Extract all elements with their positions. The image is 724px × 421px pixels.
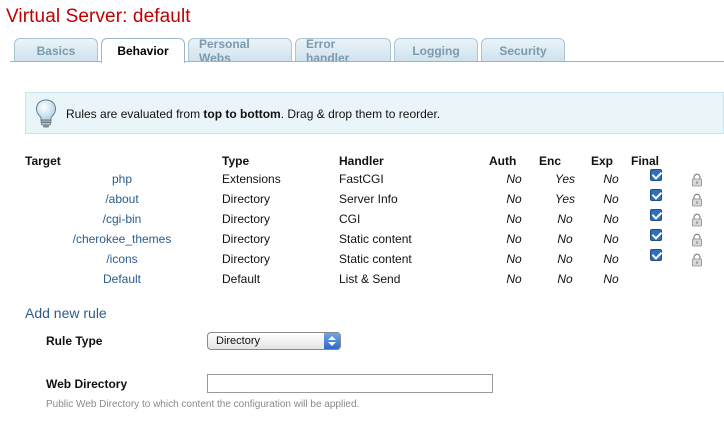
rule-exp-cell: No [603, 272, 619, 286]
rule-auth-cell: No [506, 172, 522, 186]
rule-enc-cell: Yes [554, 172, 575, 186]
rule-type-cell: Extensions [222, 172, 281, 186]
column-header-enc: Enc [539, 154, 562, 168]
column-header-target: Target [25, 154, 61, 168]
rule-type-select[interactable]: Directory [207, 332, 341, 350]
add-rule-title: Add new rule [25, 305, 107, 321]
tab-logging[interactable]: Logging [394, 38, 478, 62]
rule-row[interactable]: php Extensions FastCGI No Yes No [22, 168, 712, 189]
rule-handler-cell: Static content [339, 252, 412, 266]
column-header-auth: Auth [489, 154, 517, 168]
rule-final-cell [631, 188, 681, 209]
rule-handler-cell: CGI [339, 212, 361, 226]
rules-header-row: Target Type Handler Auth Enc Exp Final [22, 153, 712, 169]
rule-auth-cell: No [506, 232, 522, 246]
rule-exp-cell: No [603, 192, 619, 206]
rule-exp-cell: No [603, 172, 619, 186]
lock-icon [691, 233, 702, 246]
rule-target-cell: Default [22, 269, 222, 289]
checkbox-checked-icon[interactable] [650, 188, 662, 201]
rule-exp-cell: No [603, 252, 619, 266]
lock-icon [691, 193, 702, 206]
lock-icon [691, 173, 702, 186]
rule-auth-cell: No [506, 192, 522, 206]
rule-lock-cell [681, 209, 712, 229]
rule-exp-cell: No [603, 212, 619, 226]
web-directory-label: Web Directory [46, 377, 128, 391]
rule-auth-cell: No [506, 212, 522, 226]
rule-final-cell [631, 168, 681, 189]
checkbox-checked-icon[interactable] [650, 228, 662, 241]
rule-final-cell [631, 208, 681, 229]
info-box: Rules are evaluated from top to bottom. … [25, 92, 724, 134]
rule-lock-cell [681, 269, 712, 289]
page-title: Virtual Server: default [6, 6, 191, 27]
rule-type-selected-value: Directory [216, 335, 261, 347]
rule-type-cell: Directory [222, 192, 271, 206]
rule-final-cell [631, 248, 681, 269]
web-directory-help: Public Web Directory to which content th… [46, 399, 360, 410]
checkbox-checked-icon[interactable] [650, 248, 662, 261]
column-header-lock [681, 153, 712, 169]
rule-target-cell: /cgi-bin [22, 209, 222, 229]
tab-behavior[interactable]: Behavior [101, 38, 185, 63]
rule-target-link[interactable]: /cgi-bin [103, 212, 142, 226]
rule-target-link[interactable]: Default [103, 272, 141, 286]
lock-icon [691, 213, 702, 226]
info-text: Rules are evaluated from top to bottom. … [66, 107, 441, 121]
rule-row[interactable]: /about Directory Server Info No Yes No [22, 188, 712, 209]
rule-handler-cell: List & Send [339, 272, 401, 286]
web-directory-input[interactable] [207, 374, 493, 393]
tab-security[interactable]: Security [481, 38, 565, 62]
rule-lock-cell [681, 249, 712, 269]
rule-type-cell: Default [222, 272, 261, 286]
rule-row[interactable]: /cgi-bin Directory CGI No No No [22, 208, 712, 229]
rule-type-label: Rule Type [46, 334, 103, 348]
column-header-final: Final [631, 154, 660, 168]
lock-icon [691, 253, 702, 266]
rule-lock-cell [681, 169, 712, 189]
rule-row[interactable]: /cherokee_themes Directory Static content N… [22, 228, 712, 249]
column-header-handler: Handler [339, 154, 384, 168]
rule-final-cell [631, 269, 681, 289]
rule-enc-cell: Yes [554, 192, 575, 206]
tab-basics[interactable]: Basics [14, 38, 98, 62]
rule-row[interactable]: Default Default List & Send No No No [22, 269, 712, 289]
rule-lock-cell [681, 229, 712, 249]
rule-handler-cell: FastCGI [339, 172, 384, 186]
column-header-exp: Exp [591, 154, 614, 168]
rule-type-cell: Directory [222, 232, 271, 246]
rule-target-link[interactable]: /icons [106, 252, 137, 266]
tab-error-handler[interactable]: Error handler [295, 37, 391, 65]
rule-target-link[interactable]: /cherokee_themes [73, 232, 172, 246]
rule-enc-cell: No [557, 252, 573, 266]
rule-target-cell: php [22, 169, 222, 189]
column-header-type: Type [222, 154, 250, 168]
rule-handler-cell: Server Info [339, 192, 398, 206]
select-arrows-icon [324, 333, 340, 349]
rule-exp-cell: No [603, 232, 619, 246]
checkbox-checked-icon[interactable] [650, 208, 662, 221]
rule-enc-cell: No [557, 272, 573, 286]
rule-auth-cell: No [506, 252, 522, 266]
rule-enc-cell: No [557, 212, 573, 226]
checkbox-checked-icon[interactable] [650, 168, 662, 181]
rule-target-link[interactable]: /about [105, 192, 138, 206]
rule-target-cell: /icons [22, 249, 222, 269]
rule-target-cell: /about [22, 189, 222, 209]
rule-type-cell: Directory [222, 252, 271, 266]
lightbulb-icon [35, 99, 57, 128]
rule-final-cell [631, 228, 681, 249]
rules-table: Target Type Handler Auth Enc Exp Final p… [22, 153, 712, 289]
rule-target-link[interactable]: php [112, 172, 132, 186]
rule-lock-cell [681, 189, 712, 209]
rule-type-cell: Directory [222, 212, 271, 226]
rule-handler-cell: Static content [339, 232, 412, 246]
rule-enc-cell: No [557, 232, 573, 246]
rule-auth-cell: No [506, 272, 522, 286]
tab-bar: Basics Behavior Personal Webs Error handler… [14, 37, 568, 65]
tab-personal-webs[interactable]: Personal Webs [188, 37, 292, 65]
rule-row[interactable]: /icons Directory Static content No No No [22, 248, 712, 269]
rule-target-cell: /cherokee_themes [22, 229, 222, 249]
